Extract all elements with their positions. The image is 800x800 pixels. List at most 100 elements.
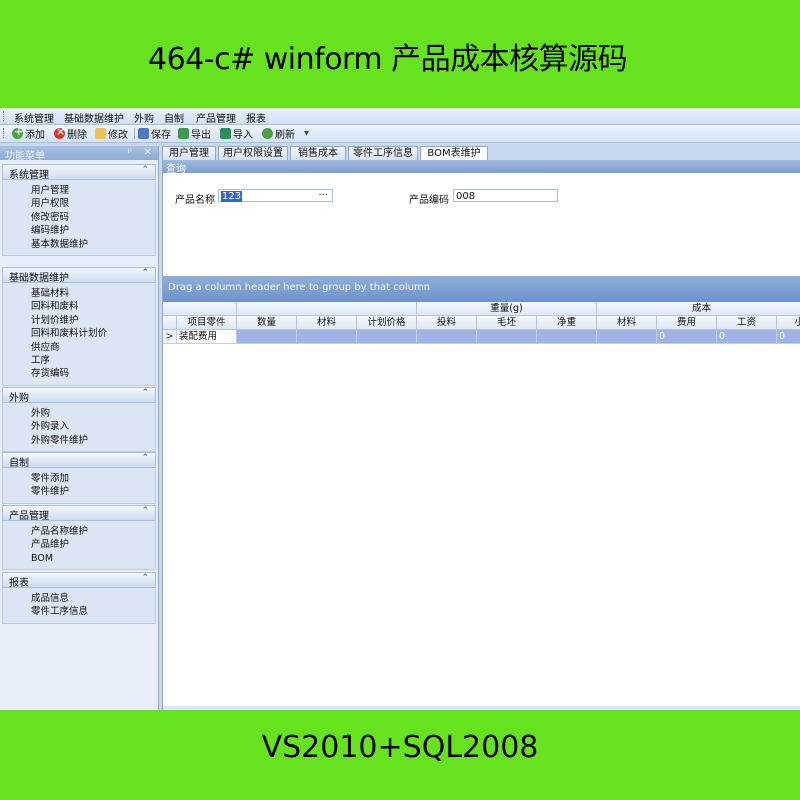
bottom-banner-title: VS2010+SQL2008: [261, 730, 539, 765]
import-icon: [220, 128, 231, 139]
menu-group-header[interactable]: 报表 ⌃: [2, 572, 156, 589]
import-button[interactable]: 导入: [220, 127, 253, 141]
menu-item[interactable]: 外购: [3, 407, 155, 420]
menu-item[interactable]: BOM: [3, 552, 155, 565]
collapse-chevron-icon[interactable]: ⌃: [141, 165, 149, 175]
menu-item[interactable]: 基本数据维护: [3, 238, 155, 251]
menu-item[interactable]: 编码维护: [3, 224, 155, 237]
cell-cost-fee[interactable]: 0: [657, 330, 717, 344]
refresh-button[interactable]: 刷新: [262, 127, 295, 141]
toolbar: 添加 删除 修改 保存 导出 导入 刷新 ▾: [0, 125, 800, 143]
col-feed[interactable]: 投料: [417, 316, 477, 330]
row-indicator[interactable]: >: [163, 330, 177, 344]
menu-item[interactable]: 产品维护: [3, 538, 155, 551]
tab-sales-cost[interactable]: 销售成本: [290, 146, 346, 161]
menu-item[interactable]: 基础材料: [3, 287, 155, 300]
cell-cost-small[interactable]: 0: [777, 330, 800, 344]
cell-net-weight[interactable]: [537, 330, 597, 344]
col-net-weight[interactable]: 净重: [537, 316, 597, 330]
menu-item[interactable]: 用户管理: [3, 184, 155, 197]
menu-group: 外购 ⌃ 外购 外购录入 外购零件维护: [2, 387, 156, 453]
menu-item[interactable]: 外购零件维护: [3, 434, 155, 447]
menu-item[interactable]: 计划价维护: [3, 314, 155, 327]
menu-group-header[interactable]: 基础数据维护 ⌃: [2, 267, 156, 284]
menu-item[interactable]: 供应商: [3, 341, 155, 354]
menu-item[interactable]: 外购录入: [3, 420, 155, 433]
grid-corner: [163, 316, 177, 330]
group-panel[interactable]: Drag a column header here to group by th…: [163, 276, 800, 302]
menu-basic-data[interactable]: 基础数据维护: [64, 110, 124, 125]
product-code-field[interactable]: 008: [453, 189, 558, 202]
tab-part-process-info[interactable]: 零件工序信息: [348, 146, 418, 161]
menu-item[interactable]: 存货编码: [3, 367, 155, 380]
edit-button[interactable]: 修改: [95, 127, 128, 141]
cell-feed[interactable]: [417, 330, 477, 344]
add-button[interactable]: 添加: [12, 125, 45, 141]
col-item-part[interactable]: 项目零件: [177, 316, 237, 330]
app-window: 系统管理 基础数据维护 外购 自制 产品管理 报表 添加 删除 修改 保存 导出…: [0, 108, 800, 710]
toolbar-overflow-button[interactable]: ▾: [304, 127, 309, 140]
col-quantity[interactable]: 数量: [237, 316, 297, 330]
menu-group-header[interactable]: 系统管理 ⌃: [2, 164, 156, 181]
menu-group-body: 零件添加 零件维护: [2, 468, 156, 504]
menu-item[interactable]: 工序: [3, 354, 155, 367]
cell-blank[interactable]: [477, 330, 537, 344]
collapse-chevron-icon[interactable]: ⌃: [141, 506, 149, 516]
menu-group-header[interactable]: 产品管理 ⌃: [2, 505, 156, 522]
col-material[interactable]: 材料: [297, 316, 357, 330]
export-button[interactable]: 导出: [178, 127, 211, 141]
menu-item[interactable]: 成品信息: [3, 592, 155, 605]
menu-group-title: 基础数据维护: [9, 273, 69, 284]
bottom-banner: VS2010+SQL2008: [0, 710, 800, 800]
tab-user-management[interactable]: 用户管理: [162, 146, 216, 161]
cell-material[interactable]: [297, 330, 357, 344]
menu-group-header[interactable]: 自制 ⌃: [2, 452, 156, 469]
menu-grip-icon: [3, 111, 6, 121]
cell-plan-price[interactable]: [357, 330, 417, 344]
menu-report[interactable]: 报表: [246, 110, 266, 125]
menu-item[interactable]: 回料和废料: [3, 300, 155, 313]
col-cost-material[interactable]: 材料: [597, 316, 657, 330]
menu-group-body: 基础材料 回料和废料 计划价维护 回料和废料计划价 供应商 工序 存货编码: [2, 283, 156, 386]
cell-cost-material[interactable]: [597, 330, 657, 344]
product-code-label: 产品编码: [409, 195, 449, 206]
collapse-chevron-icon[interactable]: ⌃: [141, 388, 149, 398]
menu-product[interactable]: 产品管理: [196, 110, 236, 125]
collapse-chevron-icon[interactable]: ⌃: [141, 453, 149, 463]
menu-item[interactable]: 产品名称维护: [3, 525, 155, 538]
menu-item[interactable]: 零件维护: [3, 485, 155, 498]
delete-button[interactable]: 删除: [54, 125, 87, 141]
cell-cost-wage[interactable]: 0: [717, 330, 777, 344]
menu-group-title: 自制: [9, 458, 29, 469]
pin-icon[interactable]: ᵖ: [128, 147, 132, 158]
col-cost-fee[interactable]: 费用: [657, 316, 717, 330]
col-blank[interactable]: 毛坯: [477, 316, 537, 330]
document-tabs: 用户管理 用户权限设置 销售成本 零件工序信息 BOM表维护: [162, 146, 800, 162]
collapse-chevron-icon[interactable]: ⌃: [141, 573, 149, 583]
col-cost-wage[interactable]: 工资: [717, 316, 777, 330]
tab-user-permission[interactable]: 用户权限设置: [218, 146, 288, 161]
product-name-field[interactable]: 123 ···: [218, 189, 333, 202]
menu-group-header[interactable]: 外购 ⌃: [2, 387, 156, 404]
close-icon[interactable]: ✕: [144, 147, 152, 158]
menu-item[interactable]: 用户权限: [3, 197, 155, 210]
menu-selfmade[interactable]: 自制: [164, 110, 184, 125]
col-plan-price[interactable]: 计划价格: [357, 316, 417, 330]
save-button[interactable]: 保存: [138, 127, 171, 141]
menu-item[interactable]: 零件工序信息: [3, 605, 155, 618]
menu-item[interactable]: 修改密码: [3, 211, 155, 224]
menu-purchase[interactable]: 外购: [134, 110, 154, 125]
cell-quantity[interactable]: [237, 330, 297, 344]
menu-item[interactable]: 零件添加: [3, 472, 155, 485]
group-panel-hint: Drag a column header here to group by th…: [168, 282, 431, 293]
ellipsis-button[interactable]: ···: [318, 189, 328, 202]
collapse-chevron-icon[interactable]: ⌃: [141, 268, 149, 278]
grid-band-cost: 成本: [597, 302, 800, 316]
menu-item[interactable]: 回料和废料计划价: [3, 327, 155, 340]
menu-group-title: 外购: [9, 393, 29, 404]
col-cost-small[interactable]: 小: [777, 316, 800, 330]
save-icon: [138, 128, 149, 139]
product-code-value: 008: [456, 191, 476, 202]
menu-system[interactable]: 系统管理: [14, 110, 54, 125]
cell-item-part[interactable]: 装配费用: [177, 330, 237, 344]
